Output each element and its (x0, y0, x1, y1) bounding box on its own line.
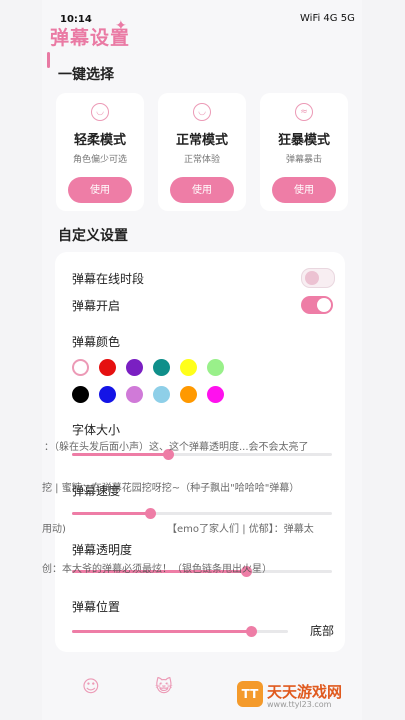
smile-face-icon: ◡ (91, 103, 109, 121)
cat-tab-icon[interactable]: 😺 (155, 677, 173, 697)
mode-description: 正常体验 (183, 155, 220, 165)
opacity-label: 弹幕透明度 (72, 543, 133, 557)
danmaku-message: 挖 | 蜜糖：在弹幕花园挖呀挖~（种子飘出"哈哈哈"弹幕） (42, 483, 300, 494)
mode-title: 轻柔模式 (73, 133, 126, 148)
status-icons: WiFi 4G 5G (300, 13, 355, 24)
color-swatch[interactable] (99, 359, 116, 376)
toggle-knob (305, 271, 319, 285)
watermark-text: 天天游戏网 (267, 683, 343, 701)
color-swatch[interactable] (126, 386, 143, 403)
mode-description: 弹幕暴击 (285, 155, 322, 165)
online-period-toggle[interactable] (301, 268, 335, 288)
slider-thumb[interactable] (145, 508, 156, 519)
font-size-slider[interactable] (72, 449, 332, 460)
danmaku-message: ：（躲在头发后面小声）这、这个弹幕透明度...会不会太亮了 (44, 442, 309, 453)
mode-card-gentle: ◡ 轻柔模式 角色偏少可选 使用 (56, 93, 144, 211)
use-gentle-button[interactable]: 使用 (68, 177, 132, 203)
online-period-label: 弹幕在线时段 (72, 272, 145, 286)
use-normal-button[interactable]: 使用 (170, 177, 234, 203)
color-label: 弹幕颜色 (72, 335, 121, 349)
watermark-url: www.ttyl23.com (267, 700, 332, 709)
mode-card-normal: ◡ 正常模式 正常体验 使用 (158, 93, 246, 211)
mode-title: 狂暴模式 (277, 133, 330, 148)
position-value: 底部 (310, 624, 335, 638)
danmaku-enabled-toggle[interactable] (301, 296, 333, 314)
slider-fill (72, 630, 252, 633)
danmaku-message: 【emo了家人们 | 优郁】：弹幕太 (167, 524, 314, 535)
mode-description: 角色偏少可选 (72, 155, 127, 165)
title-accent-bar (47, 52, 50, 68)
color-swatch[interactable] (72, 386, 89, 403)
font-size-label: 字体大小 (72, 423, 121, 437)
color-swatch[interactable] (180, 359, 197, 376)
mode-title: 正常模式 (175, 133, 228, 148)
color-swatch[interactable] (153, 359, 170, 376)
color-swatch[interactable] (153, 386, 170, 403)
use-crazy-button[interactable]: 使用 (272, 177, 336, 203)
section-quick-title: 一键选择 (58, 67, 114, 83)
danmaku-message: 用动) (42, 524, 66, 535)
excited-face-icon: ≈ (295, 103, 313, 121)
color-swatch[interactable] (207, 359, 224, 376)
slider-fill (72, 512, 150, 515)
watermark-logo: TT (237, 681, 263, 707)
mode-card-crazy: ≈ 狂暴模式 弹幕暴击 使用 (260, 93, 348, 211)
color-swatch[interactable] (207, 386, 224, 403)
position-label: 弹幕位置 (72, 600, 121, 614)
enabled-label: 弹幕开启 (72, 299, 121, 313)
toggle-knob (317, 298, 331, 312)
sparkle-icon: ✦ (115, 18, 127, 34)
speed-slider[interactable] (72, 508, 332, 519)
position-slider[interactable] (72, 626, 288, 637)
smile-face-icon: ◡ (193, 103, 211, 121)
color-swatch[interactable] (126, 359, 143, 376)
color-swatch[interactable] (180, 386, 197, 403)
section-custom-title: 自定义设置 (58, 228, 128, 244)
danmaku-message: 创：本大爷的弹幕必须最炫！（银色链条甩出火星） (42, 564, 272, 575)
color-swatch[interactable] (72, 359, 89, 376)
slider-fill (72, 453, 169, 456)
face-tab-icon[interactable]: ☺ (82, 677, 100, 697)
color-swatch[interactable] (99, 386, 116, 403)
